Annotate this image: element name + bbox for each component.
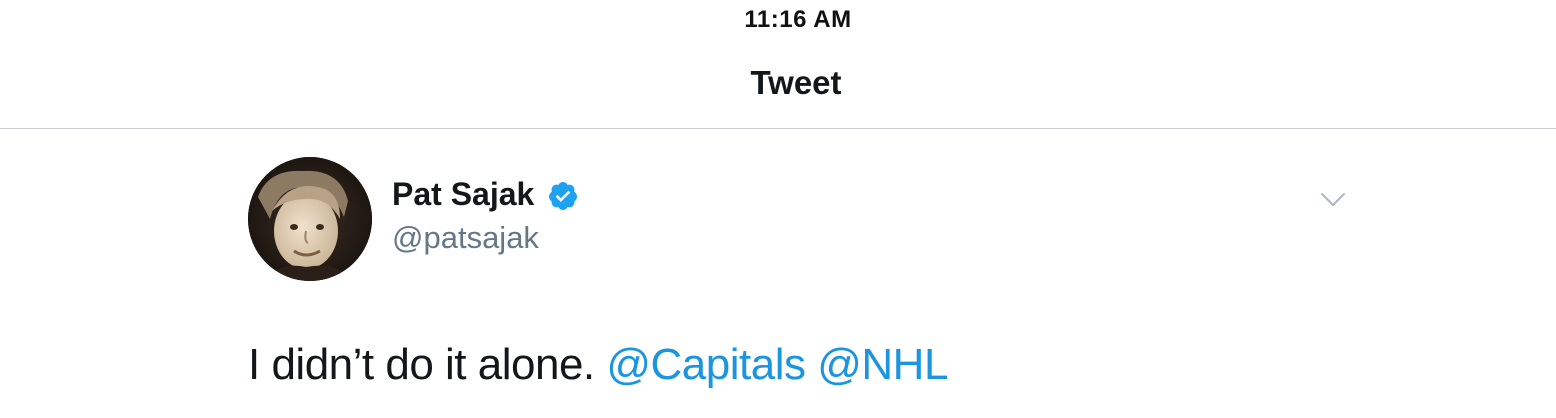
nav-divider: [0, 128, 1556, 129]
tweet-text-body: I didn’t do it alone.: [248, 340, 607, 389]
tweet-text: I didn’t do it alone. @Capitals @NHL: [248, 340, 948, 390]
mention-link-nhl[interactable]: @NHL: [817, 340, 948, 389]
avatar[interactable]: [248, 157, 372, 281]
tweet-screen: 11:16 AM Tweet Pat Sajak @patsajak I did…: [0, 0, 1556, 418]
status-bar-time: 11:16 AM: [744, 6, 852, 33]
author-handle[interactable]: @patsajak: [392, 220, 539, 256]
chevron-down-icon[interactable]: [1318, 188, 1348, 212]
verified-badge-icon: [548, 182, 577, 210]
page-title: Tweet: [750, 64, 842, 101]
profile-photo: [248, 157, 372, 281]
mention-link-capitals[interactable]: @Capitals: [606, 340, 806, 389]
author-display-name[interactable]: Pat Sajak: [392, 176, 534, 213]
